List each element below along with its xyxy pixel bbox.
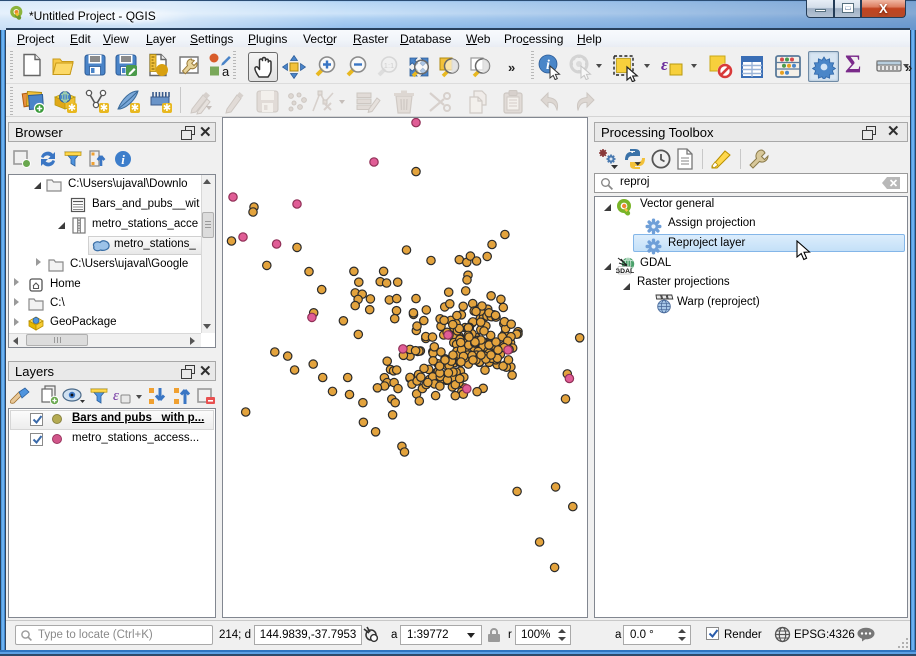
svg-text:a: a (222, 64, 230, 77)
svg-text:✱: ✱ (131, 103, 139, 114)
svg-text:1:1: 1:1 (384, 61, 394, 70)
svg-text:i: i (546, 58, 550, 73)
svg-text:i: i (121, 152, 125, 167)
svg-text:✱: ✱ (68, 103, 76, 114)
svg-text:ε: ε (661, 55, 668, 74)
svg-text:GDAL: GDAL (616, 268, 634, 275)
svg-text:ε: ε (113, 388, 119, 404)
svg-text:✱: ✱ (163, 103, 171, 114)
svg-text:✱: ✱ (100, 103, 108, 114)
